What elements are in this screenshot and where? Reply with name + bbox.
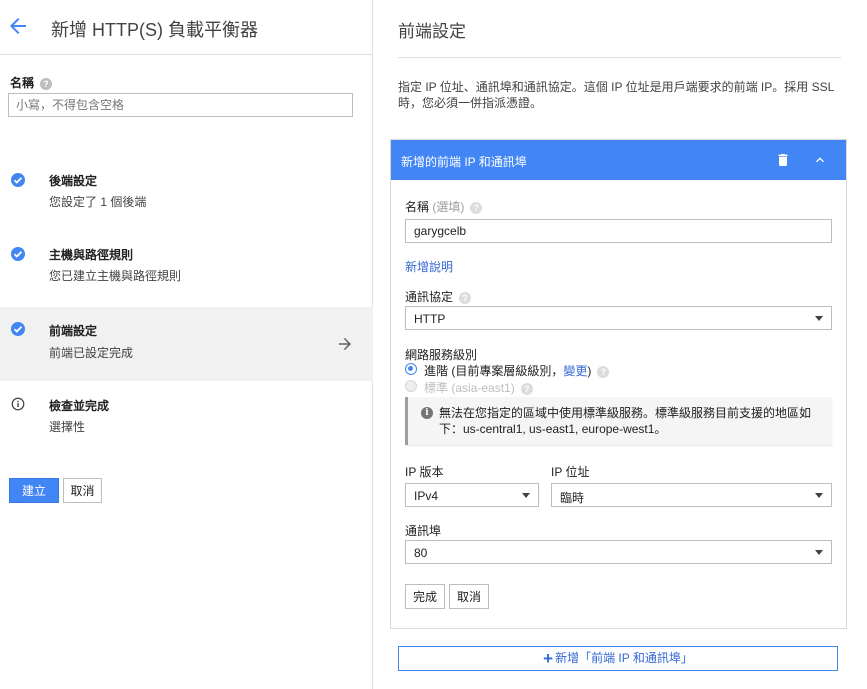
step-title: 檢查並完成 — [49, 399, 110, 413]
help-icon[interactable]: ? — [597, 365, 610, 378]
optional-text: (選填) — [432, 200, 465, 214]
help-icon[interactable]: ? — [40, 77, 53, 90]
right-panel: 前端設定 指定 IP 位址、通訊埠和通訊協定。這個 IP 位址是用戶端要求的前端… — [374, 0, 867, 689]
left-panel: 新增 HTTP(S) 負載平衡器 名稱? 後端設定 您設定了 1 個後端 主機與… — [0, 0, 373, 689]
cancel-button[interactable]: 取消 — [63, 478, 102, 503]
create-button[interactable]: 建立 — [9, 478, 59, 503]
arrow-right-icon — [339, 338, 351, 350]
dropdown-caret-icon — [522, 493, 530, 498]
divider — [398, 57, 841, 58]
step-title: 後端設定 — [49, 174, 98, 188]
change-tier-link[interactable]: 變更 — [563, 364, 587, 378]
protocol-label: 通訊協定? — [405, 288, 472, 305]
card-header: 新增的前端 IP 和通訊埠 — [391, 140, 846, 180]
add-frontend-label: 新增「前端 IP 和通訊埠」 — [555, 650, 693, 665]
ip-version-label: IP 版本 — [405, 465, 444, 479]
check-circle-icon — [11, 173, 25, 187]
step-review[interactable]: 檢查並完成 選擇性 — [0, 397, 373, 437]
ip-address-label: IP 位址 — [551, 465, 590, 479]
step-frontend[interactable]: 前端設定 前端已設定完成 — [0, 307, 373, 381]
add-frontend-ip-port-button[interactable]: + 新增「前端 IP 和通訊埠」 — [398, 646, 838, 671]
info-icon: i — [421, 407, 433, 419]
dropdown-caret-icon — [815, 316, 823, 321]
step-host-path-rules[interactable]: 主機與路徑規則 您已建立主機與路徑規則 — [0, 246, 373, 286]
fe-name-input[interactable] — [405, 219, 832, 243]
ip-address-select[interactable]: 臨時 — [551, 483, 832, 507]
done-button[interactable]: 完成 — [405, 584, 445, 609]
left-header: 新增 HTTP(S) 負載平衡器 — [0, 0, 373, 55]
step-subtitle: 您設定了 1 個後端 — [49, 195, 147, 209]
protocol-select[interactable]: HTTP — [405, 306, 832, 330]
section-description: 指定 IP 位址、通訊埠和通訊協定。這個 IP 位址是用戶端要求的前端 IP。採… — [398, 80, 834, 110]
card-title: 新增的前端 IP 和通訊埠 — [401, 155, 527, 169]
port-value: 80 — [414, 546, 428, 560]
tier-standard-text: 標準 — [424, 381, 449, 395]
ip-address-value: 臨時 — [560, 491, 585, 505]
plus-icon: + — [543, 648, 554, 668]
info-text: 無法在您指定的區域中使用標準級服務。標準級服務目前支援的地區如下：us-cent… — [439, 406, 812, 436]
tier-standard-radio[interactable] — [405, 380, 417, 392]
help-icon[interactable]: ? — [520, 382, 533, 395]
step-subtitle: 前端已設定完成 — [49, 346, 134, 360]
check-circle-icon — [11, 322, 25, 336]
step-backend[interactable]: 後端設定 您設定了 1 個後端 — [0, 172, 373, 212]
ip-version-value: IPv4 — [414, 489, 439, 503]
tier-premium-text: 進階 (目前專案層級級別， — [424, 364, 564, 378]
add-description-link[interactable]: 新增說明 — [405, 258, 453, 275]
info-box: i 無法在您指定的區域中使用標準級服務。標準級服務目前支援的地區如下：us-ce… — [405, 397, 832, 445]
tier-standard-label: 標準 (asia-east1)? — [424, 379, 533, 396]
protocol-label-text: 通訊協定 — [405, 290, 454, 304]
help-icon[interactable]: ? — [470, 201, 483, 214]
tier-premium-radio[interactable] — [405, 363, 417, 375]
lb-name-input[interactable] — [8, 93, 353, 117]
tier-standard-region: (asia-east1) — [451, 381, 515, 395]
page-title: 新增 HTTP(S) 負載平衡器 — [51, 20, 258, 40]
dropdown-caret-icon — [815, 493, 823, 498]
fe-name-label-text: 名稱 — [405, 200, 430, 214]
tier-premium-close: ) — [587, 364, 592, 378]
frontend-ip-port-card: 新增的前端 IP 和通訊埠 名稱 (選填)? 新增說明 通訊協定? HTTP 網… — [390, 139, 847, 629]
name-label: 名稱? — [10, 74, 53, 91]
help-icon[interactable]: ? — [459, 291, 472, 304]
protocol-value: HTTP — [414, 312, 446, 326]
ip-version-select[interactable]: IPv4 — [405, 483, 539, 507]
section-title: 前端設定 — [398, 22, 466, 41]
port-select[interactable]: 80 — [405, 540, 832, 564]
step-subtitle: 您已建立主機與路徑規則 — [49, 269, 182, 283]
step-title: 前端設定 — [49, 324, 98, 338]
port-label: 通訊埠 — [405, 524, 442, 538]
fe-name-label: 名稱 (選填)? — [405, 198, 483, 215]
card-cancel-button[interactable]: 取消 — [449, 584, 489, 609]
check-circle-icon — [11, 247, 25, 261]
network-tier-label: 網路服務級別 — [405, 348, 478, 362]
tier-premium-label: 進階 (目前專案層級級別，變更)? — [424, 362, 610, 379]
chevron-up-icon[interactable] — [811, 152, 829, 168]
step-title: 主機與路徑規則 — [49, 248, 134, 262]
step-subtitle: 選擇性 — [49, 420, 86, 434]
info-circle-icon — [11, 397, 25, 411]
back-arrow-icon[interactable] — [6, 14, 30, 38]
name-label-text: 名稱 — [10, 76, 35, 90]
trash-icon[interactable] — [775, 151, 791, 169]
dropdown-caret-icon — [815, 550, 823, 555]
